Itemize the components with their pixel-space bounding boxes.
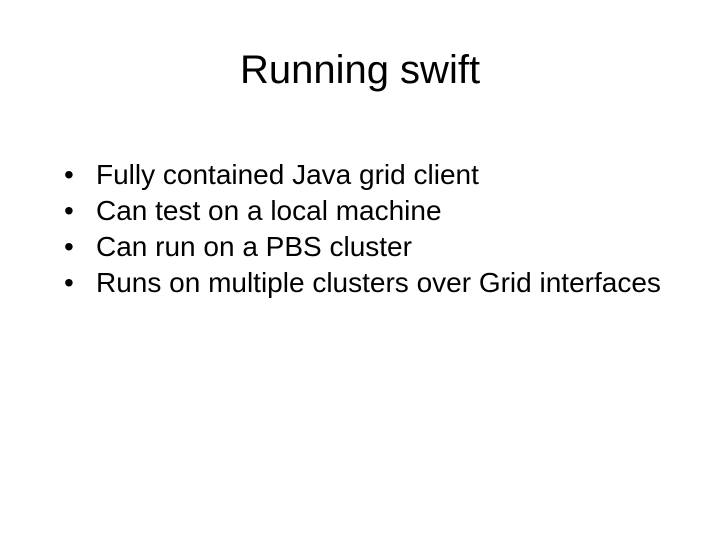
list-item: Can test on a local machine	[58, 194, 670, 228]
slide-body: Fully contained Java grid client Can tes…	[58, 158, 670, 303]
bullet-list: Fully contained Java grid client Can tes…	[58, 158, 670, 301]
bullet-text: Runs on multiple clusters over Grid inte…	[96, 267, 661, 298]
slide-title: Running swift	[0, 48, 720, 93]
bullet-text: Can run on a PBS cluster	[96, 231, 412, 262]
bullet-text: Can test on a local machine	[96, 195, 442, 226]
list-item: Runs on multiple clusters over Grid inte…	[58, 266, 670, 300]
list-item: Fully contained Java grid client	[58, 158, 670, 192]
bullet-text: Fully contained Java grid client	[96, 159, 479, 190]
list-item: Can run on a PBS cluster	[58, 230, 670, 264]
slide: Running swift Fully contained Java grid …	[0, 0, 720, 540]
